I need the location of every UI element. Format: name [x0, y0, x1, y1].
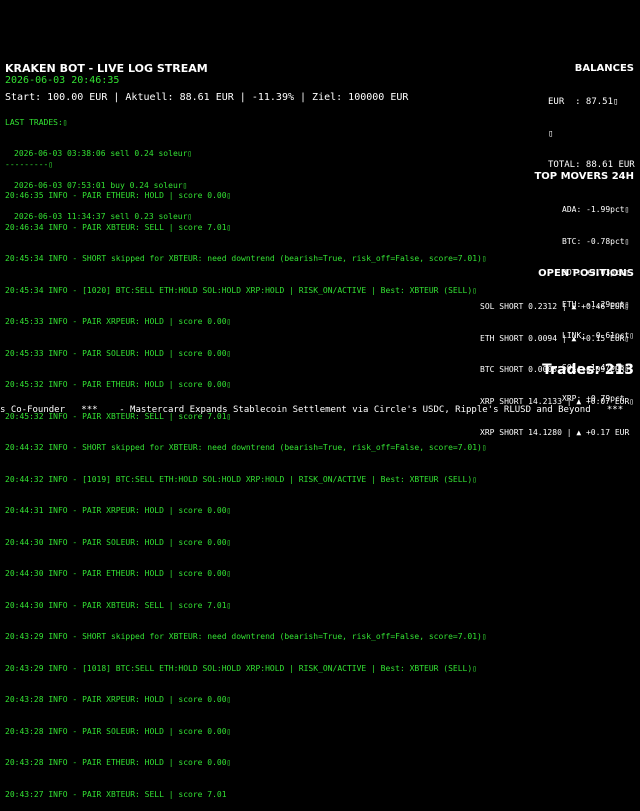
open-positions-heading: OPEN POSITIONS	[538, 268, 634, 279]
log-line: 20:44:32 INFO - SHORT skipped for XBTEUR…	[5, 443, 487, 452]
log-line: 20:43:27 INFO - PAIR XBTEUR: SELL | scor…	[5, 789, 227, 799]
log-line: 20:45:33 INFO - PAIR XRPEUR: HOLD | scor…	[5, 317, 232, 326]
log-stream: 20:46:35 INFO - PAIR ETHEUR: HOLD | scor…	[5, 170, 487, 811]
balance-line: EUR : 87.51▯	[548, 97, 619, 107]
log-line: 20:45:34 INFO - [1020] BTC:SELL ETH:HOLD…	[5, 285, 478, 295]
position-line: SOL SHORT 0.2312 | ▲ +0.46 EUR▯	[480, 302, 630, 311]
log-line: 20:46:34 INFO - PAIR XBTEUR: SELL | scor…	[5, 222, 232, 232]
balance-summary: Start: 100.00 EUR | Aktuell: 88.61 EUR |…	[5, 92, 409, 103]
log-line: 20:45:34 INFO - SHORT skipped for XBTEUR…	[5, 254, 487, 263]
position-line: ETH SHORT 0.0094 | ▲ +0.15 EUR▯	[480, 333, 630, 343]
position-line: XRP SHORT 14.1280 | ▲ +0.17 EUR	[480, 428, 630, 437]
balances-panel: EUR : 87.51▯ ▯ TOTAL: 88.61 EUR	[548, 76, 635, 181]
log-line: 20:45:33 INFO - PAIR SOLEUR: HOLD | scor…	[5, 348, 232, 358]
log-line: 20:46:35 INFO - PAIR ETHEUR: HOLD | scor…	[5, 191, 232, 200]
balance-total: TOTAL: 88.61 EUR	[548, 160, 635, 170]
log-line: 20:44:30 INFO - PAIR ETHEUR: HOLD | scor…	[5, 569, 232, 578]
log-line: 20:43:28 INFO - PAIR ETHEUR: HOLD | scor…	[5, 758, 232, 767]
mover-line: ADA: -1.99pct▯	[562, 205, 630, 214]
log-line: 20:44:30 INFO - PAIR SOLEUR: HOLD | scor…	[5, 537, 232, 547]
news-ticker: s Co-Founder *** - Mastercard Expands St…	[0, 405, 624, 415]
last-trades-heading: LAST TRADES:▯	[5, 118, 68, 127]
log-line: 20:43:29 INFO - SHORT skipped for XBTEUR…	[5, 632, 487, 641]
trades-separator: ---------▯	[5, 160, 54, 169]
mover-line: BTC: -0.78pct▯	[562, 236, 630, 246]
trade-item: 2026-06-03 03:38:06 sell 0.24 soleur▯	[14, 149, 193, 158]
top-movers-heading: TOP MOVERS 24H	[534, 171, 634, 182]
log-line: 20:44:30 INFO - PAIR XBTEUR: SELL | scor…	[5, 600, 232, 610]
log-line: 20:43:28 INFO - PAIR XRPEUR: HOLD | scor…	[5, 695, 232, 704]
trades-count: Trades: 213	[542, 362, 634, 378]
page-title: KRAKEN BOT - LIVE LOG STREAM	[5, 62, 208, 75]
balance-line: ▯	[548, 128, 554, 139]
log-line: 20:43:29 INFO - [1018] BTC:SELL ETH:HOLD…	[5, 663, 478, 673]
log-line: 20:43:28 INFO - PAIR SOLEUR: HOLD | scor…	[5, 726, 232, 736]
balances-heading: BALANCES	[574, 63, 634, 74]
log-line: 20:44:31 INFO - PAIR XRPEUR: HOLD | scor…	[5, 506, 232, 515]
log-line: 20:45:32 INFO - PAIR ETHEUR: HOLD | scor…	[5, 380, 232, 389]
current-datetime: 2026-06-03 20:46:35	[5, 75, 120, 86]
